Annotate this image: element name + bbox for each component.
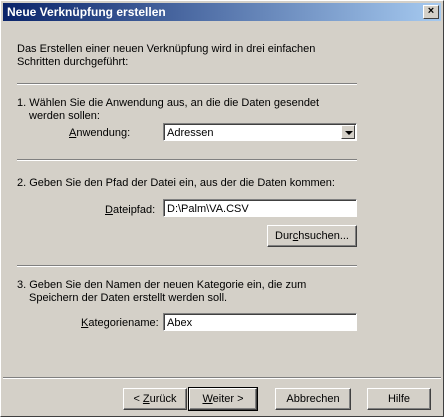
intro-line-1: Das Erstellen einer neuen Verknüpfung wi… [17, 43, 316, 55]
browse-label-post: hsuchen... [298, 230, 349, 242]
close-icon[interactable]: × [423, 5, 439, 19]
separator-1 [17, 83, 357, 85]
filepath-label-rest: ateipfad: [112, 204, 156, 216]
intro-text: Das Erstellen einer neuen Verknüpfung wi… [17, 43, 315, 69]
category-name-input[interactable]: Abex [163, 313, 357, 331]
step1-instruction: 1. Wählen Sie die Anwendung aus, an die … [17, 97, 319, 123]
next-label-post: eiter > [212, 393, 244, 405]
filepath-label: Dateipfad: [105, 204, 155, 217]
step3-line-2: Speichern der Daten erstellt werden soll… [29, 292, 228, 304]
title-bar: Neue Verknüpfung erstellen × [3, 3, 441, 21]
application-select[interactable]: Adressen [163, 123, 357, 141]
next-label-accel: W [202, 393, 213, 405]
intro-line-2: Schritten durchgeführt: [17, 56, 129, 68]
step1-line-1: 1. Wählen Sie die Anwendung aus, an die … [17, 97, 320, 109]
filepath-label-accel: D [105, 204, 113, 216]
separator-3 [17, 265, 357, 267]
application-label-rest: nwendung: [76, 127, 131, 139]
separator-2 [17, 159, 357, 161]
cancel-button[interactable]: Abbrechen [275, 388, 351, 410]
back-button[interactable]: < Zurück [123, 388, 187, 410]
category-label: Kategoriename: [81, 317, 159, 330]
back-label-post: urück [149, 393, 177, 405]
step3-instruction: 3. Geben Sie den Namen der neuen Kategor… [17, 279, 306, 305]
category-label-rest: ategoriename: [88, 317, 159, 329]
step1-line-2: werden sollen: [29, 110, 100, 122]
button-separator [3, 377, 441, 379]
step3-line-1: 3. Geben Sie den Namen der neuen Kategor… [17, 279, 307, 291]
step2-instruction: 2. Geben Sie den Pfad der Datei ein, aus… [17, 177, 335, 189]
application-select-value: Adressen [167, 127, 214, 139]
browse-button[interactable]: Durchsuchen... [267, 225, 357, 247]
back-label-pre: < [133, 393, 143, 405]
help-button[interactable]: Hilfe [367, 388, 431, 410]
back-label-accel: Z [142, 393, 150, 405]
next-button[interactable]: Weiter > [188, 387, 258, 411]
dialog-title: Neue Verknüpfung erstellen [7, 5, 166, 19]
filepath-input[interactable]: D:\Palm\VA.CSV [163, 199, 357, 217]
browse-label-pre: Dur [275, 230, 293, 242]
application-label: Anwendung: [69, 127, 130, 140]
dialog-window: Neue Verknüpfung erstellen × Das Erstell… [0, 0, 444, 417]
chevron-down-icon[interactable] [341, 125, 355, 139]
